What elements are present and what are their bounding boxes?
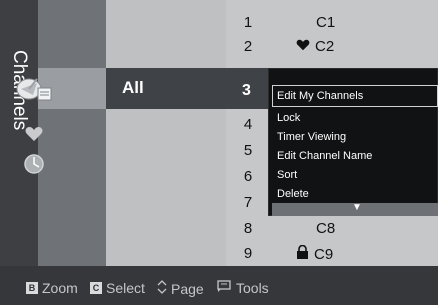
- channel-number: 6: [243, 168, 253, 185]
- down-arrow-icon: ▼: [352, 202, 362, 213]
- channel-number: 5: [243, 142, 253, 159]
- channel-number: 1: [243, 14, 253, 31]
- category-all[interactable]: All: [122, 78, 144, 98]
- tools-label: Tools: [236, 280, 269, 296]
- c-button-icon: C: [90, 282, 102, 294]
- tools-icon: [217, 280, 231, 296]
- channel-number: 2: [243, 38, 253, 55]
- tools-hint[interactable]: Tools: [217, 280, 269, 296]
- menu-item-edit-my-channels[interactable]: Edit My Channels: [277, 90, 363, 102]
- channel-number: 8: [243, 220, 253, 237]
- page-label: Page: [171, 280, 204, 297]
- up-down-arrow-icon: [157, 280, 167, 297]
- menu-item-delete[interactable]: Delete: [277, 188, 309, 200]
- selected-channel-number[interactable]: 3: [242, 82, 251, 100]
- menu-item-lock[interactable]: Lock: [277, 112, 300, 124]
- channel-name: C2: [315, 38, 335, 55]
- recent-clock-icon[interactable]: [0, 152, 68, 176]
- category-column: [106, 0, 226, 266]
- favorite-heart-icon: [296, 38, 310, 55]
- b-button-icon: B: [26, 282, 38, 294]
- select-hint[interactable]: C Select: [90, 280, 145, 296]
- channel-list-screen: Channels All 1 C1 2: [0, 0, 438, 305]
- channel-number: 7: [243, 194, 253, 211]
- channel-number: 9: [243, 245, 253, 262]
- zoom-hint[interactable]: B Zoom: [26, 280, 78, 296]
- menu-item-edit-channel-name[interactable]: Edit Channel Name: [277, 150, 372, 162]
- page-hint[interactable]: Page: [157, 280, 204, 297]
- menu-item-sort[interactable]: Sort: [277, 169, 297, 181]
- channel-name: C1: [316, 14, 336, 31]
- channel-row-2[interactable]: 2 C2: [226, 34, 438, 60]
- zoom-label: Zoom: [42, 280, 78, 296]
- channel-name: C9: [314, 246, 334, 263]
- channel-row-8[interactable]: 8 C8: [226, 216, 438, 242]
- favorites-heart-icon[interactable]: [0, 124, 68, 144]
- menu-item-timer-viewing[interactable]: Timer Viewing: [277, 131, 346, 143]
- all-channels-icon[interactable]: [0, 72, 68, 106]
- channel-row-1[interactable]: 1 C1: [226, 10, 438, 36]
- channel-name: C8: [316, 220, 336, 237]
- channel-number: 4: [243, 116, 253, 133]
- select-label: Select: [106, 280, 145, 296]
- channel-row-9[interactable]: 9 C9: [226, 241, 438, 267]
- lock-icon: [296, 244, 309, 263]
